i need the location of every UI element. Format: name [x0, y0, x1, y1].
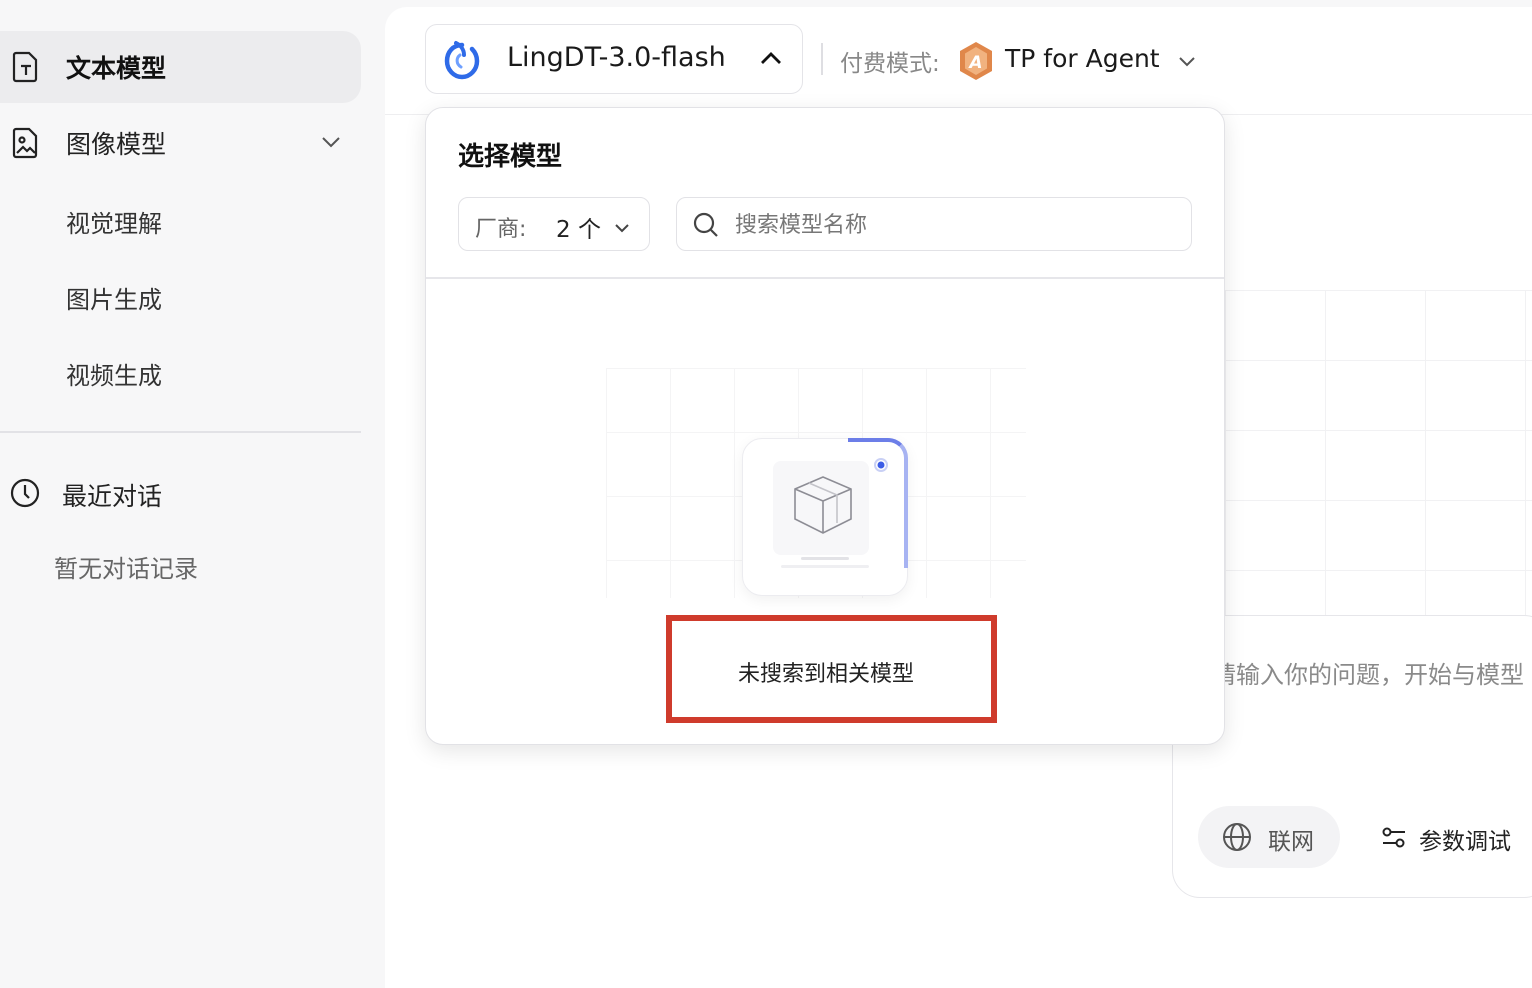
sliders-icon — [1381, 826, 1407, 854]
clock-icon — [9, 477, 41, 513]
model-selector[interactable]: LingDT-3.0-flash — [425, 24, 803, 94]
web-search-label: 联网 — [1268, 829, 1314, 855]
panel-divider — [426, 277, 1224, 279]
image-doc-icon — [10, 127, 42, 159]
model-select-panel: 选择模型 厂商: 2 个 未 — [425, 107, 1225, 745]
no-models-found-message: 未搜索到相关模型 — [737, 662, 914, 687]
globe-icon — [1222, 822, 1252, 856]
current-model-name: LingDT-3.0-flash — [507, 42, 726, 73]
vendor-filter-label: 厂商: — [475, 217, 527, 242]
sidebar-subitem-image-generation[interactable]: 图片生成 — [66, 280, 162, 315]
sidebar-divider — [0, 431, 361, 433]
sidebar-item-label: 文本模型 — [66, 54, 167, 83]
pay-mode-label: 付费模式: — [840, 51, 940, 77]
chevron-up-icon — [760, 50, 782, 69]
sidebar-subitem-video-generation[interactable]: 视频生成 — [66, 356, 162, 391]
sidebar-item-label: 图像模型 — [66, 130, 167, 159]
empty-box-icon — [773, 458, 888, 568]
agent-badge-icon: A — [958, 41, 994, 85]
text-doc-icon — [10, 51, 42, 83]
vendor-filter[interactable]: 厂商: 2 个 — [458, 197, 650, 251]
params-debug-button[interactable]: 参数调试 — [1375, 806, 1532, 868]
sidebar-subitem-visual-understanding[interactable]: 视觉理解 — [66, 204, 162, 239]
panel-title: 选择模型 — [458, 142, 563, 172]
sidebar: 文本模型 图像模型 视觉理解 图片生成 视频生成 最近对话 暂无对话记录 — [0, 0, 384, 988]
background-grid — [1225, 290, 1532, 615]
model-search-box[interactable] — [676, 197, 1192, 251]
params-debug-label: 参数调试 — [1419, 829, 1511, 855]
chat-input-placeholder[interactable]: 请输入你的问题，开始与模型 — [1212, 655, 1524, 690]
chevron-down-icon — [614, 218, 630, 237]
vendor-filter-count: 2 个 — [556, 217, 601, 243]
sidebar-item-text-model[interactable]: 文本模型 — [0, 31, 361, 103]
header-separator — [821, 43, 823, 75]
chevron-down-icon[interactable] — [1178, 52, 1196, 71]
search-icon — [693, 212, 719, 242]
model-logo-icon — [442, 39, 482, 85]
pay-mode-value[interactable]: TP for Agent — [1005, 44, 1160, 73]
badge-letter: A — [967, 53, 982, 73]
empty-state-illustration — [742, 438, 908, 596]
recent-conversations-title: 最近对话 — [62, 482, 163, 511]
chevron-down-icon[interactable] — [321, 133, 341, 152]
model-search-input[interactable] — [733, 206, 1167, 244]
web-search-button[interactable]: 联网 — [1198, 806, 1340, 868]
empty-history-text: 暂无对话记录 — [54, 555, 198, 583]
sidebar-item-image-model[interactable]: 图像模型 — [0, 107, 361, 179]
